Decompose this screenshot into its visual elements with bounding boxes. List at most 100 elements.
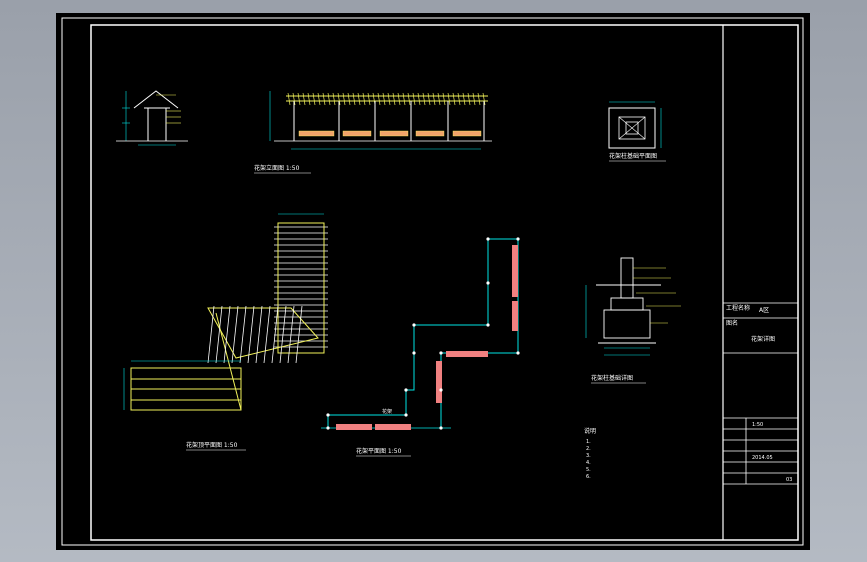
long-elevation [269, 91, 492, 150]
rafter-line [437, 92, 441, 106]
drawing-label: 图名 [726, 319, 738, 327]
seat-block [298, 130, 335, 137]
note-item: 6. [586, 474, 591, 480]
drawing-value: 花架详图 [751, 335, 775, 343]
seat-block [336, 424, 372, 430]
scale-row: 1:50 [752, 422, 763, 428]
purlin-line [231, 305, 239, 364]
seat-block [375, 424, 411, 430]
rafter-line [287, 92, 291, 106]
rafter-line [367, 92, 371, 106]
rafter-line [452, 92, 456, 106]
rafter-line [342, 92, 346, 106]
seat-block [436, 361, 442, 403]
rafter-line [442, 92, 446, 106]
note-item: 3. [586, 453, 591, 459]
seat-block [342, 130, 372, 137]
elevation-view: 花架立面图 1:50 [116, 90, 492, 174]
grid-node [439, 388, 443, 392]
rafter-line [332, 92, 336, 106]
rafter-line [297, 92, 301, 106]
grid-node [486, 237, 490, 241]
notes-heading: 说明 [584, 427, 596, 435]
rafter-line [422, 92, 426, 106]
rafter-line [307, 92, 311, 106]
rafter-line [462, 92, 466, 106]
sheet-row: 03 [786, 477, 792, 483]
cad-viewport[interactable]: 工程名称 A区 图名 花架详图 1:50 2014.05 03 花架立面图 1:… [0, 0, 867, 562]
project-value: A区 [759, 307, 769, 314]
purlin-line [263, 305, 271, 364]
rafter-line [387, 92, 391, 106]
note-item: 4. [586, 460, 591, 466]
purlin-line [279, 305, 287, 364]
grid-node [516, 351, 520, 355]
rafter-line [362, 92, 366, 106]
note-item: 1. [586, 439, 591, 445]
note-item: 5. [586, 467, 591, 473]
grid-node [412, 351, 416, 355]
rafter-line [322, 92, 326, 106]
purlin-line [255, 305, 263, 364]
rafter-line [417, 92, 421, 106]
end-elevation [133, 90, 179, 141]
grid-node [326, 426, 330, 430]
cad-drawing: 工程名称 A区 图名 花架详图 1:50 2014.05 03 花架立面图 1:… [61, 17, 804, 546]
grid-node [486, 323, 490, 327]
column-plan-view: 花架柱基础平面图 [608, 101, 666, 162]
grid-node [439, 426, 443, 430]
rafter-line [432, 92, 436, 106]
seat-block [415, 130, 445, 137]
purlin-line [239, 305, 247, 364]
rafter-line [427, 92, 431, 106]
grid-node [326, 413, 330, 417]
rafter-line [412, 92, 416, 106]
seat-block [446, 351, 488, 357]
date-row: 2014.05 [752, 455, 773, 461]
base-plan-label: 花架 [382, 408, 392, 415]
rafter-line [327, 92, 331, 106]
rafter-line [407, 92, 411, 106]
column-plan-title: 花架柱基础平面图 [609, 152, 657, 160]
base-plan-view: 花架 花架平面图 1:50 [321, 237, 520, 457]
grid-node [486, 281, 490, 285]
rafter-line [352, 92, 356, 106]
rafter-line [467, 92, 471, 106]
rafter-line [382, 92, 386, 106]
seat-block [379, 130, 409, 137]
grid-node [439, 351, 443, 355]
base-plan-title: 花架平面图 1:50 [356, 447, 402, 455]
drawing-sheet: 工程名称 A区 图名 花架详图 1:50 2014.05 03 花架立面图 1:… [56, 13, 810, 550]
purlin-line [271, 305, 279, 364]
rafter-line [312, 92, 316, 106]
seat-block [512, 301, 518, 331]
rafter-line [317, 92, 321, 106]
seat-block [512, 245, 518, 297]
grid-node [516, 237, 520, 241]
grid-node [404, 388, 408, 392]
note-item: 2. [586, 446, 591, 452]
notes-block: 说明 1.2.3.4.5.6. [584, 427, 596, 480]
project-label: 工程名称 [726, 304, 750, 312]
rafter-line [347, 92, 351, 106]
rafter-line [302, 92, 306, 106]
grid-node [404, 413, 408, 417]
rafter-line [392, 92, 396, 106]
grid-node [412, 323, 416, 327]
top-plan-title: 花架顶平面图 1:50 [186, 441, 238, 449]
seat-block [452, 130, 482, 137]
foundation-title: 花架柱基础详图 [591, 374, 633, 382]
purlin-line [207, 305, 215, 364]
rafter-line [357, 92, 361, 106]
elevation-title: 花架立面图 1:50 [254, 164, 300, 172]
foundation-detail-view: 花架柱基础详图 [585, 257, 681, 384]
rafter-line [477, 92, 481, 106]
rafter-line [397, 92, 401, 106]
rafter-line [402, 92, 406, 106]
outer-frame [61, 17, 804, 546]
rafter-line [457, 92, 461, 106]
rafter-line [377, 92, 381, 106]
top-plan-view: 花架顶平面图 1:50 [123, 213, 328, 451]
rafter-line [472, 92, 476, 106]
purlin-line [287, 305, 295, 364]
